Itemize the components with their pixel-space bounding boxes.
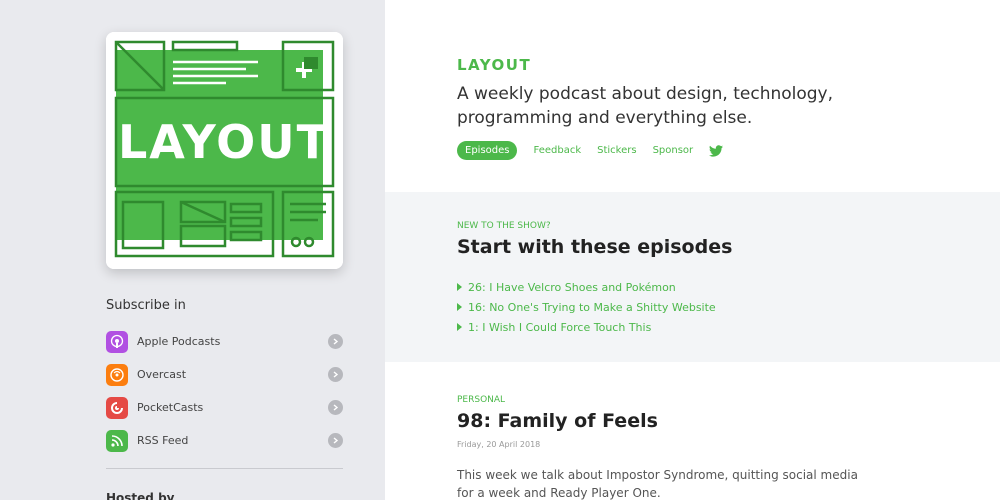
post-title[interactable]: 98: Family of Feels <box>457 410 658 432</box>
starter-episode-link[interactable]: 16: No One's Trying to Make a Shitty Web… <box>457 297 716 317</box>
hosted-by-heading: Hosted by <box>106 491 175 500</box>
subscribe-item-label: Apple Podcasts <box>137 335 221 348</box>
subscribe-item-label: Overcast <box>137 368 187 381</box>
overcast-icon <box>106 363 128 386</box>
post-excerpt: This week we talk about Impostor Syndrom… <box>457 468 858 500</box>
nav-episodes[interactable]: Episodes <box>457 141 518 160</box>
new-to-show-panel: NEW TO THE SHOW? Start with these episod… <box>385 192 1000 362</box>
post-category: PERSONAL <box>457 395 506 405</box>
nav-feedback[interactable]: Feedback <box>533 145 581 156</box>
apple-podcasts-icon <box>106 330 128 353</box>
twitter-icon[interactable] <box>709 144 724 157</box>
new-to-show-eyebrow: NEW TO THE SHOW? <box>457 221 551 231</box>
new-to-show-title: Start with these episodes <box>457 236 733 258</box>
layout-logo-icon: LAYOUT <box>106 32 343 269</box>
play-triangle-icon <box>457 323 462 331</box>
nav-sponsor[interactable]: Sponsor <box>653 145 694 156</box>
play-triangle-icon <box>457 303 462 311</box>
cover-logo-text: LAYOUT <box>118 115 330 169</box>
subscribe-overcast[interactable]: Overcast <box>106 358 343 391</box>
chevron-right-icon <box>328 433 343 448</box>
starter-episode-link[interactable]: 1: I Wish I Could Force Touch This <box>457 317 716 337</box>
starter-episode-list: 26: I Have Velcro Shoes and Pokémon 16: … <box>457 277 716 337</box>
show-tagline: A weekly podcast about design, technolog… <box>457 84 834 128</box>
sidebar-divider <box>106 468 343 469</box>
subscribe-item-label: RSS Feed <box>137 434 189 447</box>
starter-episode-title: 16: No One's Trying to Make a Shitty Web… <box>468 300 716 314</box>
nav-stickers[interactable]: Stickers <box>597 145 636 156</box>
main-nav: Episodes Feedback Stickers Sponsor <box>457 141 724 160</box>
subscribe-list: Apple Podcasts Overcast PocketCasts RSS … <box>106 325 343 457</box>
chevron-right-icon <box>328 367 343 382</box>
chevron-right-icon <box>328 400 343 415</box>
post-date: Friday, 20 April 2018 <box>457 440 541 449</box>
subscribe-item-label: PocketCasts <box>137 401 204 414</box>
show-title: LAYOUT <box>457 56 532 74</box>
subscribe-heading: Subscribe in <box>106 298 186 313</box>
starter-episode-title: 26: I Have Velcro Shoes and Pokémon <box>468 280 676 294</box>
starter-episode-link[interactable]: 26: I Have Velcro Shoes and Pokémon <box>457 277 716 297</box>
rss-icon <box>106 429 128 452</box>
subscribe-rss-feed[interactable]: RSS Feed <box>106 424 343 457</box>
sidebar: LAYOUT Subscribe in Apple Podcasts Overc… <box>0 0 385 500</box>
pocketcasts-icon <box>106 396 128 419</box>
play-triangle-icon <box>457 283 462 291</box>
subscribe-apple-podcasts[interactable]: Apple Podcasts <box>106 325 343 358</box>
podcast-cover-art[interactable]: LAYOUT <box>106 32 343 269</box>
chevron-right-icon <box>328 334 343 349</box>
starter-episode-title: 1: I Wish I Could Force Touch This <box>468 320 652 334</box>
main-content: LAYOUT A weekly podcast about design, te… <box>385 0 1000 500</box>
subscribe-pocketcasts[interactable]: PocketCasts <box>106 391 343 424</box>
